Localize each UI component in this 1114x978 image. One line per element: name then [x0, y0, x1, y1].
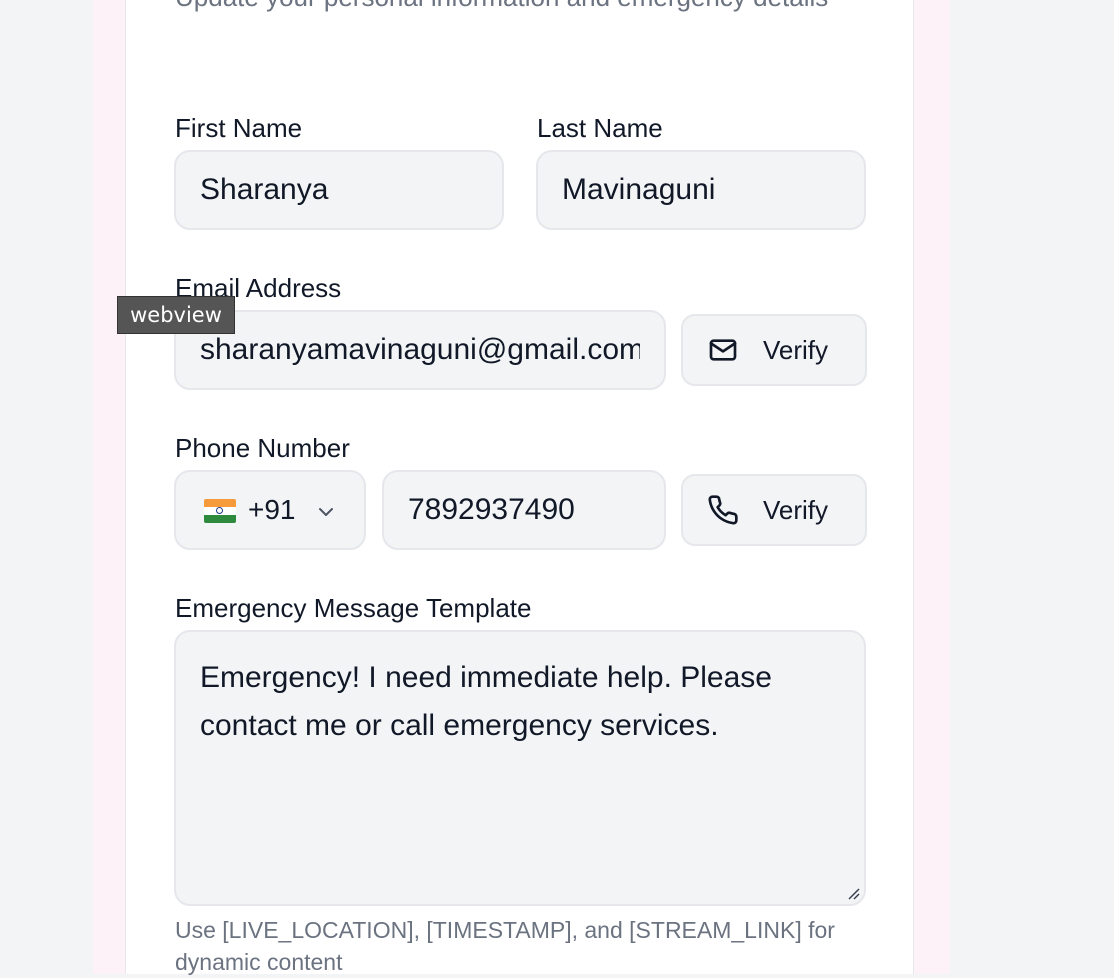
last-name-label: Last Name — [537, 113, 663, 143]
card-subtitle: Update your personal information and eme… — [175, 0, 875, 17]
verify-phone-button[interactable]: Verify — [681, 474, 867, 546]
phone-number-input[interactable] — [408, 493, 640, 527]
first-name-label: First Name — [175, 113, 303, 143]
india-flag-icon — [204, 499, 236, 523]
verify-email-label: Verify — [763, 334, 829, 365]
profile-card: Update your personal information and eme… — [125, 0, 914, 975]
phone-number-field[interactable] — [382, 470, 666, 550]
message-template-label: Emergency Message Template — [175, 593, 532, 623]
message-template-hint: Use [LIVE_LOCATION], [TIMESTAMP], and [S… — [175, 917, 835, 975]
phone-icon — [708, 495, 738, 525]
first-name-input[interactable] — [200, 173, 478, 207]
country-code-value: +91 — [248, 494, 296, 525]
phone-label: Phone Number — [175, 433, 350, 463]
chevron-down-icon — [319, 508, 333, 516]
mail-icon — [709, 339, 737, 361]
first-name-field[interactable] — [174, 150, 504, 230]
webview-tooltip: webview — [117, 296, 235, 334]
last-name-field[interactable] — [536, 150, 866, 230]
last-name-input[interactable] — [562, 173, 840, 207]
resize-handle-icon[interactable] — [846, 886, 860, 900]
verify-phone-label: Verify — [763, 494, 829, 525]
message-template-text: Emergency! I need immediate help. Please… — [200, 661, 772, 742]
email-field[interactable] — [174, 310, 666, 390]
email-input[interactable] — [200, 333, 640, 367]
verify-email-button[interactable]: Verify — [681, 314, 867, 386]
country-code-select[interactable]: +91 — [174, 470, 366, 550]
message-template-textarea[interactable]: Emergency! I need immediate help. Please… — [174, 630, 866, 906]
